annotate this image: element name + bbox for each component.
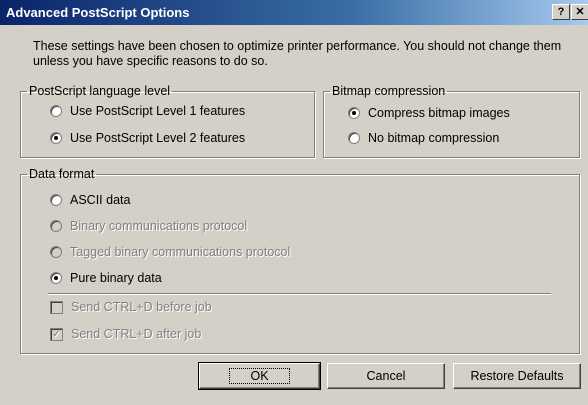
intro-text: These settings have been chosen to optim…: [33, 39, 562, 68]
radio-circle-icon: [50, 105, 62, 117]
checkbox-ctrl-d-after-job[interactable]: ✓ Send CTRL+D after job: [50, 327, 201, 341]
radio-label: Pure binary data: [70, 271, 162, 285]
title-bar: Advanced PostScript Options ? ✕: [0, 0, 588, 25]
help-icon[interactable]: ?: [552, 4, 570, 20]
data-format-legend: Data format: [29, 167, 95, 181]
radio-circle-icon: [348, 132, 360, 144]
radio-label: No bitmap compression: [368, 131, 500, 145]
ok-button[interactable]: OK: [198, 362, 321, 390]
radio-selected-icon: [348, 107, 360, 119]
close-icon[interactable]: ✕: [571, 4, 588, 20]
radio-selected-icon: [50, 272, 62, 284]
radio-label: ASCII data: [70, 193, 131, 207]
restore-defaults-button[interactable]: Restore Defaults: [453, 363, 581, 389]
language-level-group: PostScript language level: [20, 84, 315, 158]
radio-pure-binary-data[interactable]: Pure binary data: [50, 271, 162, 285]
radio-circle-icon: [50, 220, 62, 232]
radio-circle-icon: [50, 194, 62, 206]
bitmap-compression-group: Bitmap compression: [323, 84, 580, 158]
radio-binary-communications-protocol[interactable]: Binary communications protocol: [50, 219, 247, 233]
radio-label: Binary communications protocol: [70, 219, 248, 233]
cancel-button[interactable]: Cancel: [327, 363, 445, 389]
radio-selected-icon: [50, 132, 62, 144]
ok-button-label: OK: [229, 368, 290, 384]
radio-postscript-level-1[interactable]: Use PostScript Level 1 features: [50, 104, 245, 118]
radio-tagged-binary-protocol[interactable]: Tagged binary communications protocol: [50, 245, 290, 259]
radio-ascii-data[interactable]: ASCII data: [50, 193, 130, 207]
language-level-legend: PostScript language level: [29, 84, 171, 98]
checkbox-label: Send CTRL+D after job: [71, 327, 202, 341]
radio-label: Tagged binary communications protocol: [70, 245, 291, 259]
checkbox-ctrl-d-before-job[interactable]: Send CTRL+D before job: [50, 300, 212, 314]
radio-compress-bitmap[interactable]: Compress bitmap images: [348, 106, 510, 120]
checkbox-icon: [50, 300, 63, 314]
advanced-postscript-options-dialog: Advanced PostScript Options ? ✕ These se…: [0, 0, 588, 405]
checkbox-label: Send CTRL+D before job: [71, 300, 212, 314]
radio-label: Use PostScript Level 1 features: [70, 104, 246, 118]
radio-label: Use PostScript Level 2 features: [70, 131, 246, 145]
window-title: Advanced PostScript Options: [6, 5, 190, 20]
separator-line: [48, 293, 551, 295]
checkmark-icon: ✓: [50, 327, 63, 341]
radio-postscript-level-2[interactable]: Use PostScript Level 2 features: [50, 131, 245, 145]
radio-no-bitmap-compression[interactable]: No bitmap compression: [348, 131, 499, 145]
bitmap-compression-legend: Bitmap compression: [332, 84, 446, 98]
radio-circle-icon: [50, 246, 62, 258]
radio-label: Compress bitmap images: [368, 106, 510, 120]
